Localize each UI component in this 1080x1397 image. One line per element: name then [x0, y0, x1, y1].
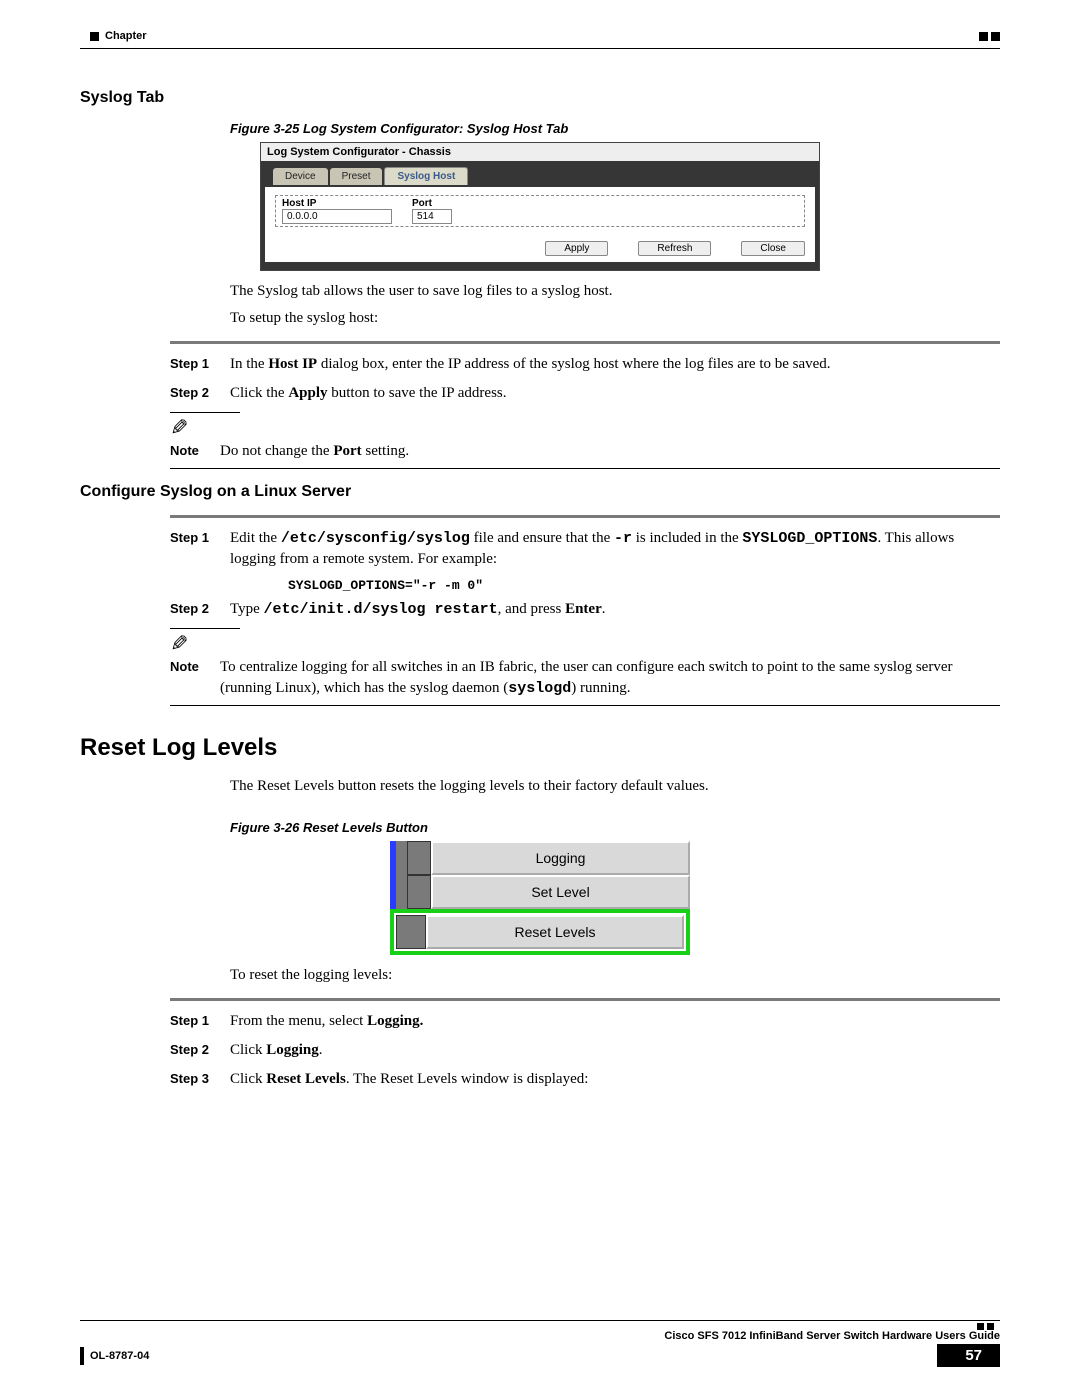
host-ip-label: Host IP — [282, 198, 392, 209]
figure-25-caption: Figure 3-25 Log System Configurator: Sys… — [230, 121, 1000, 136]
tab-device[interactable]: Device — [273, 168, 328, 185]
syslog-step1: Step 1 In the Host IP dialog box, enter … — [170, 354, 1000, 375]
step-label: Step 1 — [170, 354, 230, 375]
step-label: Step 3 — [170, 1069, 230, 1090]
host-ip-input[interactable]: 0.0.0.0 — [282, 209, 392, 224]
chapter-label: Chapter — [105, 30, 147, 42]
set-level-button[interactable]: Set Level — [431, 875, 690, 909]
fig25-tabrow: Device Preset Syslog Host — [261, 161, 819, 185]
step-label: Step 1 — [170, 1011, 230, 1032]
fig25-titlebar: Log System Configurator - Chassis — [261, 143, 819, 161]
linux-config-heading: Configure Syslog on a Linux Server — [80, 483, 1000, 501]
page-footer: Cisco SFS 7012 InfiniBand Server Switch … — [80, 1320, 1000, 1367]
figure-25-window: Log System Configurator - Chassis Device… — [260, 142, 820, 271]
reset-step2: Step 2 Click Logging. — [170, 1040, 1000, 1061]
page-number: 57 — [937, 1344, 1000, 1367]
reset-step3: Step 3 Click Reset Levels. The Reset Lev… — [170, 1069, 1000, 1090]
syslog-tab-heading: Syslog Tab — [80, 89, 1000, 107]
reset-levels-intro: The Reset Levels button resets the loggi… — [230, 776, 1000, 797]
syslog-intro-2: To setup the syslog host: — [230, 308, 1000, 329]
logging-menu-button[interactable]: Logging — [431, 841, 690, 875]
footer-doc-number: OL-8787-04 — [90, 1350, 149, 1362]
note-label: Note — [170, 441, 220, 458]
corner-decoration — [979, 32, 1000, 41]
pencil-icon: ✎ — [170, 415, 188, 441]
refresh-button[interactable]: Refresh — [638, 241, 711, 256]
tab-preset[interactable]: Preset — [330, 168, 383, 185]
port-input[interactable]: 514 — [412, 209, 452, 224]
close-button[interactable]: Close — [741, 241, 805, 256]
step-label: Step 1 — [170, 528, 230, 570]
step-label: Step 2 — [170, 383, 230, 404]
linux-step1: Step 1 Edit the /etc/sysconfig/syslog fi… — [170, 528, 1000, 570]
apply-button[interactable]: Apply — [545, 241, 608, 256]
step-label: Step 2 — [170, 1040, 230, 1061]
syslog-step2: Step 2 Click the Apply button to save th… — [170, 383, 1000, 404]
pencil-icon: ✎ — [170, 631, 188, 657]
step-label: Step 2 — [170, 599, 230, 620]
chapter-marker: Chapter — [90, 30, 147, 42]
footer-guide-title: Cisco SFS 7012 InfiniBand Server Switch … — [664, 1330, 1000, 1342]
figure-26-caption: Figure 3-26 Reset Levels Button — [230, 820, 1000, 835]
square-icon — [90, 32, 99, 41]
port-label: Port — [412, 198, 452, 209]
tab-syslog-host[interactable]: Syslog Host — [384, 167, 468, 185]
reset-step1: Step 1 From the menu, select Logging. — [170, 1011, 1000, 1032]
syslogd-options-code: SYSLOGD_OPTIONS="-r -m 0" — [288, 578, 1000, 593]
reset-levels-button[interactable]: Reset Levels — [426, 915, 684, 949]
reset-levels-highlight: Reset Levels — [390, 909, 690, 955]
note-label: Note — [170, 657, 220, 674]
linux-step2: Step 2 Type /etc/init.d/syslog restart, … — [170, 599, 1000, 620]
reset-prompt: To reset the logging levels: — [230, 965, 1000, 986]
figure-26-panel: Logging Set Level Reset Levels — [390, 841, 690, 955]
syslog-intro-1: The Syslog tab allows the user to save l… — [230, 281, 1000, 302]
reset-log-levels-heading: Reset Log Levels — [80, 734, 1000, 762]
